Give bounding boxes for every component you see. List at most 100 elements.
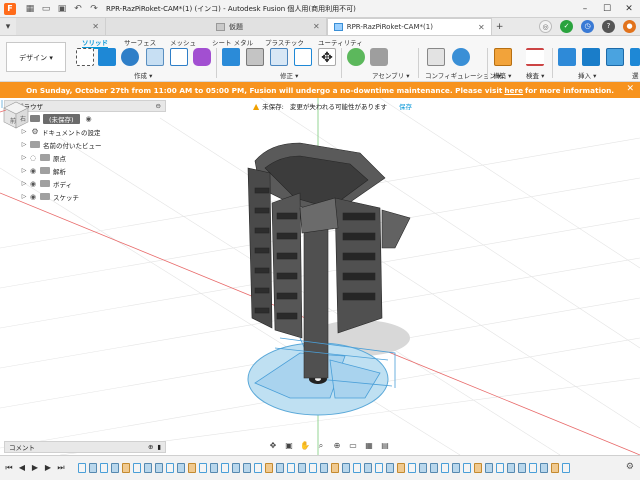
offset-plane-icon[interactable] [494, 48, 512, 66]
tree-item-bodies[interactable]: ▷ ◉ ボディ [4, 177, 166, 190]
zoom-icon[interactable]: ⌕ [315, 440, 327, 451]
prev-icon[interactable]: ◀ [17, 462, 27, 474]
select-menu[interactable]: 選 [632, 70, 639, 80]
close-window-button[interactable]: ✕ [618, 0, 640, 18]
tab-sheet-metal[interactable]: シート メタル [212, 37, 253, 47]
hole-icon[interactable] [146, 48, 164, 66]
shell-icon[interactable] [294, 48, 312, 66]
visibility-icon[interactable]: ◉ [28, 180, 38, 188]
timeline-feature[interactable] [210, 463, 218, 473]
first-icon[interactable]: ⏮ [4, 462, 14, 474]
timeline-feature[interactable] [518, 463, 526, 473]
expand-icon[interactable]: ▷ [20, 167, 28, 174]
add-comment-icon[interactable]: ⊕ [148, 443, 153, 451]
view-cube[interactable]: 前 右 [0, 98, 30, 134]
insert-canvas-icon[interactable] [606, 48, 624, 66]
fillet-icon[interactable] [246, 48, 264, 66]
timeline-feature[interactable] [342, 463, 350, 473]
tab-plastic[interactable]: プラスチック [265, 37, 304, 47]
timeline-feature[interactable] [353, 463, 361, 473]
extensions-icon[interactable]: ◎ [539, 20, 552, 33]
form-icon[interactable] [193, 48, 211, 66]
timeline-feature[interactable] [507, 463, 515, 473]
joint-icon[interactable] [370, 48, 388, 66]
configure-icon[interactable] [427, 48, 445, 66]
expand-icon[interactable]: ▷ [20, 154, 28, 161]
tab-active-design[interactable]: RPR-RazPiRoket-CAM*(1) ✕ [326, 18, 492, 35]
viewport-icon[interactable]: ▤ [379, 440, 391, 451]
create-sketch-icon[interactable] [76, 48, 94, 66]
expand-icon[interactable]: ▷ [20, 141, 28, 148]
profile-avatar[interactable]: ● [623, 20, 636, 33]
save-icon[interactable]: ▣ [56, 3, 68, 15]
timeline-settings-icon[interactable]: ⚙ [626, 462, 634, 472]
timeline-feature[interactable] [144, 463, 152, 473]
timeline-feature[interactable] [485, 463, 493, 473]
save-link[interactable]: 保存 [399, 101, 412, 111]
pan-icon[interactable]: ▣ [283, 440, 295, 451]
fit-icon[interactable]: ⊕ [331, 440, 343, 451]
banner-link[interactable]: here [504, 86, 523, 95]
press-pull-icon[interactable] [222, 48, 240, 66]
timeline-feature[interactable] [89, 463, 97, 473]
configuration-table-icon[interactable] [452, 48, 470, 66]
redo-icon[interactable]: ↷ [88, 3, 100, 15]
timeline-feature[interactable] [540, 463, 548, 473]
new-component-icon[interactable] [347, 48, 365, 66]
tab-blank[interactable]: ✕ [16, 18, 106, 35]
expand-icon[interactable]: ▷ [20, 180, 28, 187]
timeline-feature[interactable] [463, 463, 471, 473]
timeline-feature[interactable] [529, 463, 537, 473]
timeline-feature[interactable] [243, 463, 251, 473]
comments-panel[interactable]: コメント ⊕ ▮ [4, 441, 166, 453]
tab-draft[interactable]: 仮題 ✕ [106, 18, 327, 35]
visibility-icon[interactable]: ◌ [28, 154, 38, 162]
display-icon[interactable]: ▭ [347, 440, 359, 451]
timeline-feature[interactable] [364, 463, 372, 473]
new-tab-icon[interactable]: + [492, 19, 508, 35]
pin-icon[interactable]: ⊖ [156, 102, 161, 110]
close-icon[interactable]: ✕ [313, 22, 320, 31]
insert-derive-icon[interactable] [558, 48, 576, 66]
timeline-feature[interactable] [320, 463, 328, 473]
tabs-menu-icon[interactable]: ▾ [0, 19, 16, 35]
timeline-feature[interactable] [375, 463, 383, 473]
timeline-feature[interactable] [232, 463, 240, 473]
tree-item-named-views[interactable]: ▷ 名前の付いたビュー [4, 138, 166, 151]
grid-icon[interactable]: ▦ [363, 440, 375, 451]
assemble-menu[interactable]: アセンブリ ▾ [372, 70, 410, 80]
construct-menu[interactable]: 構築 ▾ [493, 70, 511, 80]
look-icon[interactable]: ✋ [299, 440, 311, 451]
activate-icon[interactable]: ◉ [84, 115, 94, 123]
tree-item-origin[interactable]: ▷ ◌ 原点 [4, 151, 166, 164]
timeline-feature[interactable] [276, 463, 284, 473]
timeline-feature[interactable] [474, 463, 482, 473]
last-icon[interactable]: ⏭ [56, 462, 66, 474]
design-canvas[interactable]: ◂ ブラウザ ⊖ ◢ ◉ (未保存) ◉ ▷ ⚙ ドキュメントの設定 ▷ 名前の… [0, 98, 640, 455]
visibility-icon[interactable]: ◉ [28, 167, 38, 175]
timeline-feature[interactable] [122, 463, 130, 473]
timeline-feature[interactable] [155, 463, 163, 473]
pattern-icon[interactable] [170, 48, 188, 66]
maximize-button[interactable]: ☐ [596, 0, 618, 18]
timeline-feature[interactable] [199, 463, 207, 473]
cube-front-face[interactable]: 前 [10, 117, 16, 125]
data-panel-icon[interactable]: ▦ [24, 3, 36, 15]
timeline-feature[interactable] [133, 463, 141, 473]
notifications-icon[interactable]: ◷ [581, 20, 594, 33]
timeline-feature[interactable] [188, 463, 196, 473]
tab-mesh[interactable]: メッシュ [170, 37, 196, 47]
expand-icon[interactable]: ▷ [20, 193, 28, 200]
close-icon[interactable]: ✕ [478, 23, 485, 32]
help-icon[interactable]: ? [602, 20, 615, 33]
insert-mesh-icon[interactable] [582, 48, 600, 66]
timeline-feature[interactable] [430, 463, 438, 473]
measure-icon[interactable] [526, 48, 544, 66]
chamfer-icon[interactable] [270, 48, 288, 66]
tab-utilities[interactable]: ユーティリティ [318, 37, 363, 47]
timeline-feature[interactable] [562, 463, 570, 473]
file-menu-icon[interactable]: ▭ [40, 3, 52, 15]
timeline-feature[interactable] [298, 463, 306, 473]
timeline-feature[interactable] [397, 463, 405, 473]
undo-icon[interactable]: ↶ [72, 3, 84, 15]
